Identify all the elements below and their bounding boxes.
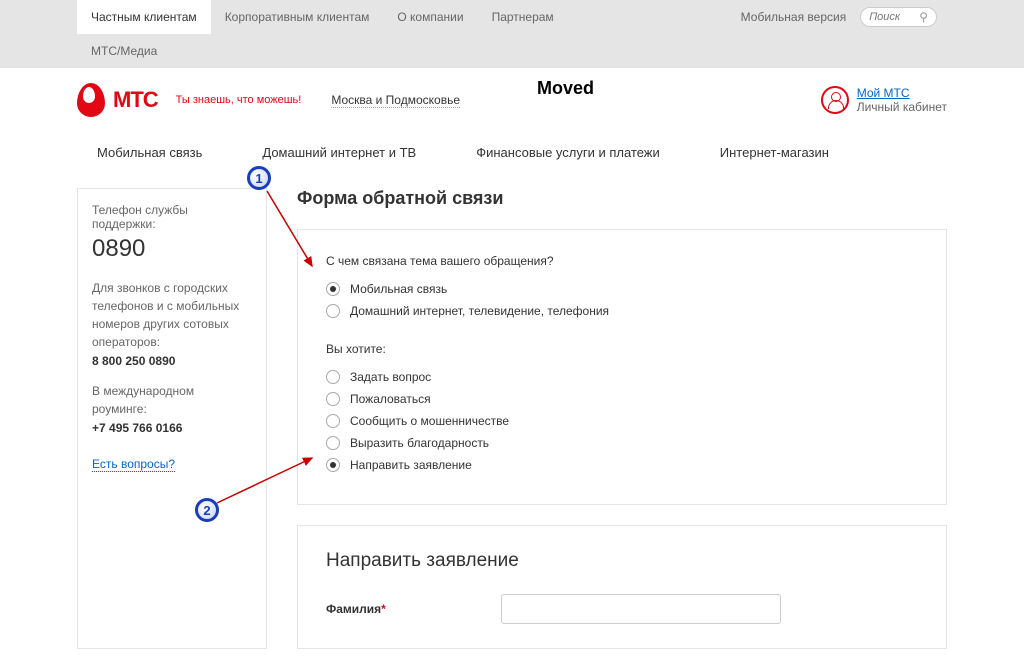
- surname-input[interactable]: [501, 594, 781, 624]
- top-nav-private[interactable]: Частным клиентам: [77, 0, 211, 34]
- nav-shop[interactable]: Интернет-магазин: [720, 145, 829, 160]
- question-want: Вы хотите:: [326, 342, 918, 356]
- logo-egg-icon: [77, 83, 105, 117]
- radio-icon: [326, 414, 340, 428]
- header: МТС Ты знаешь, что можешь! Москва и Подм…: [77, 68, 947, 127]
- question-topic: С чем связана тема вашего обращения?: [326, 254, 918, 268]
- sidebar-text-1: Для звонков с городских телефонов и с мо…: [92, 279, 252, 351]
- sidebar-num-2: +7 495 766 0166: [92, 421, 252, 435]
- search-icon[interactable]: ⚲: [919, 10, 928, 24]
- radio-want-complain[interactable]: Пожаловаться: [326, 392, 918, 406]
- form-title: Форма обратной связи: [297, 188, 947, 209]
- moved-label: Moved: [537, 78, 594, 99]
- my-mts-link[interactable]: Мой МТС Личный кабинет: [821, 86, 947, 114]
- sidebar: Телефон службы поддержки: 0890 Для звонк…: [77, 188, 267, 649]
- radio-want-thanks[interactable]: Выразить благодарность: [326, 436, 918, 450]
- radio-icon: [326, 436, 340, 450]
- annotation-1: 1: [247, 166, 271, 190]
- my-mts-text: Мой МТС: [857, 86, 947, 100]
- form-box: С чем связана тема вашего обращения? Моб…: [297, 229, 947, 505]
- cabinet-text: Личный кабинет: [857, 100, 947, 114]
- radio-want-fraud[interactable]: Сообщить о мошенничестве: [326, 414, 918, 428]
- support-label: Телефон службы поддержки:: [92, 203, 252, 231]
- logo[interactable]: МТС: [77, 83, 158, 117]
- logo-text: МТС: [113, 87, 158, 113]
- radio-icon: [326, 282, 340, 296]
- nav-internet[interactable]: Домашний интернет и ТВ: [262, 145, 416, 160]
- mobile-version-link[interactable]: Мобильная версия: [727, 0, 861, 34]
- sidebar-text-2: В международном роуминге:: [92, 382, 252, 418]
- main-nav: Мобильная связь Домашний интернет и ТВ Ф…: [77, 127, 947, 178]
- statement-form: Направить заявление Фамилия*: [297, 525, 947, 649]
- radio-icon: [326, 304, 340, 318]
- questions-link[interactable]: Есть вопросы?: [92, 457, 175, 472]
- top-nav-corporate[interactable]: Корпоративным клиентам: [211, 0, 384, 34]
- slogan: Ты знаешь, что можешь!: [176, 94, 302, 106]
- sidebar-num-1: 8 800 250 0890: [92, 354, 252, 368]
- surname-row: Фамилия*: [326, 594, 918, 624]
- radio-want-statement[interactable]: Направить заявление: [326, 458, 918, 472]
- radio-icon: [326, 392, 340, 406]
- radio-label: Выразить благодарность: [350, 436, 489, 450]
- radio-label: Пожаловаться: [350, 392, 431, 406]
- radio-want-ask[interactable]: Задать вопрос: [326, 370, 918, 384]
- radio-icon: [326, 370, 340, 384]
- nav-finance[interactable]: Финансовые услуги и платежи: [476, 145, 660, 160]
- nav-mobile[interactable]: Мобильная связь: [97, 145, 202, 160]
- support-phone: 0890: [92, 235, 252, 263]
- radio-label: Задать вопрос: [350, 370, 431, 384]
- avatar-icon: [821, 86, 849, 114]
- top-nav-partners[interactable]: Партнерам: [478, 0, 568, 34]
- radio-label: Мобильная связь: [350, 282, 447, 296]
- top-bar: Частным клиентам Корпоративным клиентам …: [0, 0, 1024, 68]
- radio-icon: [326, 458, 340, 472]
- statement-title: Направить заявление: [326, 550, 918, 572]
- top-nav-media[interactable]: МТС/Медиа: [77, 34, 171, 68]
- search-input[interactable]: [869, 11, 919, 23]
- radio-label: Сообщить о мошенничестве: [350, 414, 509, 428]
- radio-label: Домашний интернет, телевидение, телефони…: [350, 304, 609, 318]
- main: Форма обратной связи С чем связана тема …: [297, 188, 947, 649]
- radio-topic-home[interactable]: Домашний интернет, телевидение, телефони…: [326, 304, 918, 318]
- surname-label: Фамилия*: [326, 602, 481, 616]
- region-selector[interactable]: Москва и Подмосковье: [331, 93, 460, 108]
- annotation-2: 2: [195, 498, 219, 522]
- radio-topic-mobile[interactable]: Мобильная связь: [326, 282, 918, 296]
- content: 1 2 Телефон службы поддержки: 0890 Для з…: [77, 178, 947, 659]
- radio-label: Направить заявление: [350, 458, 472, 472]
- top-nav-about[interactable]: О компании: [383, 0, 477, 34]
- search-box[interactable]: ⚲: [860, 7, 937, 27]
